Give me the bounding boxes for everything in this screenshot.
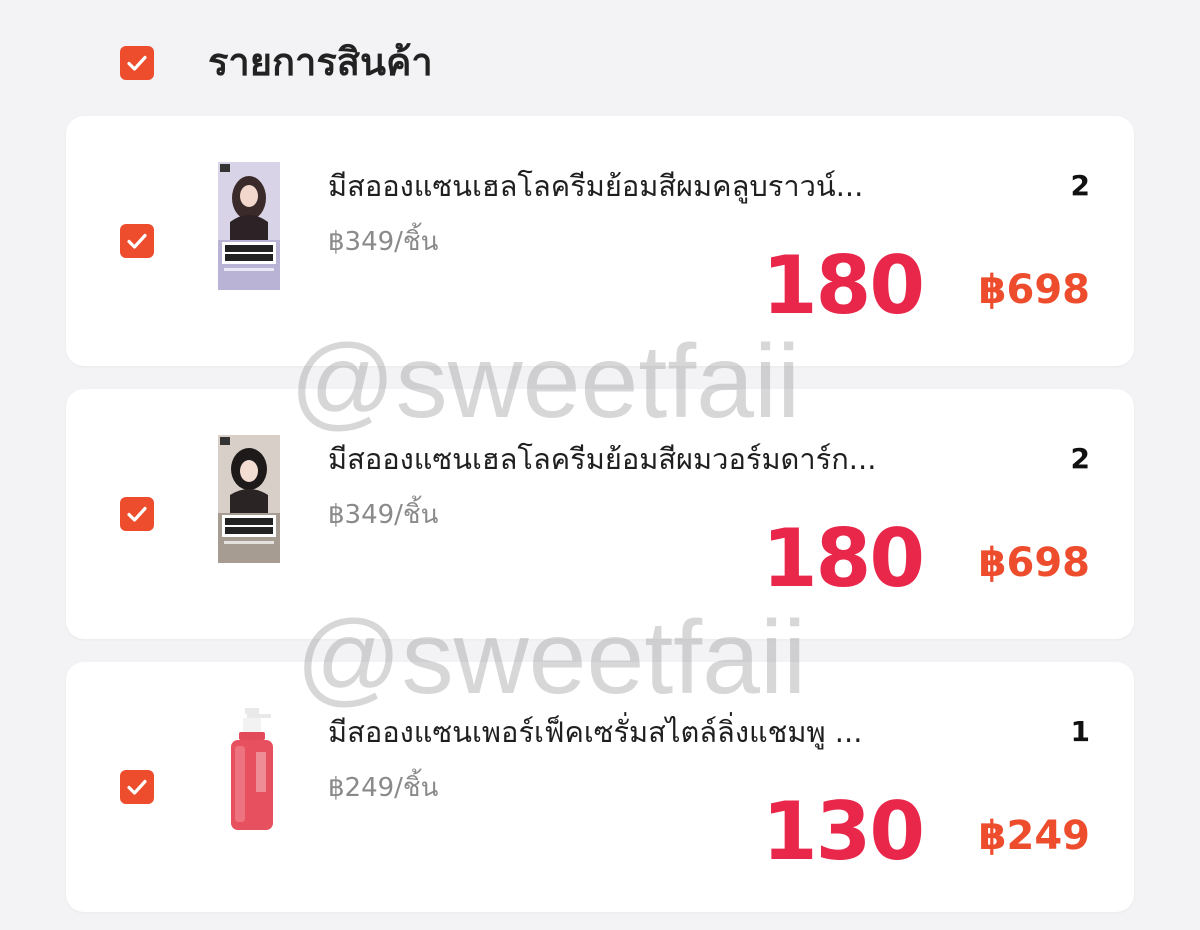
check-icon	[127, 233, 147, 249]
product-name[interactable]: มีสอองแซนเพอร์เฟ็คเซรั่มสไตล์ลิ่งแชมพู .…	[328, 710, 968, 754]
item-checkbox[interactable]	[120, 224, 154, 258]
product-name[interactable]: มีสอองแซนเฮลโลครีมย้อมสีผมคลูบราวน์...	[328, 164, 968, 208]
unit-price: ฿349/ชิ้น	[328, 227, 439, 257]
quantity: 1	[1070, 715, 1090, 748]
quantity: 2	[1070, 169, 1090, 202]
shampoo-bottle-icon[interactable]	[216, 708, 286, 838]
product-name[interactable]: มีสอองแซนเฮลโลครีมย้อมสีผมวอร์มดาร์ก...	[328, 437, 968, 481]
item-checkbox[interactable]	[120, 497, 154, 531]
check-icon	[127, 779, 147, 795]
unit-price: ฿349/ชิ้น	[328, 500, 439, 530]
cart-item-card[interactable]: มีสอองแซนเพอร์เฟ็คเซรั่มสไตล์ลิ่งแชมพู .…	[66, 662, 1134, 912]
check-icon	[127, 506, 147, 522]
hair-dye-box-icon[interactable]	[216, 435, 286, 565]
select-all-checkbox[interactable]	[120, 46, 154, 80]
sale-price-overlay: 180	[762, 239, 925, 332]
section-header: รายการสินค้า	[0, 0, 1200, 110]
sale-price-overlay: 180	[762, 512, 925, 605]
cart-item-card[interactable]: มีสอองแซนเฮลโลครีมย้อมสีผมคลูบราวน์... ฿…	[66, 116, 1134, 366]
check-icon	[127, 55, 147, 71]
item-checkbox[interactable]	[120, 770, 154, 804]
hair-dye-box-icon[interactable]	[216, 162, 286, 292]
cart-item-card[interactable]: มีสอองแซนเฮลโลครีมย้อมสีผมวอร์มดาร์ก... …	[66, 389, 1134, 639]
unit-price: ฿249/ชิ้น	[328, 773, 439, 803]
page-title: รายการสินค้า	[208, 40, 433, 84]
item-total-price: ฿698	[978, 540, 1090, 586]
sale-price-overlay: 130	[762, 785, 925, 878]
quantity: 2	[1070, 442, 1090, 475]
item-total-price: ฿249	[978, 813, 1090, 859]
item-total-price: ฿698	[978, 267, 1090, 313]
